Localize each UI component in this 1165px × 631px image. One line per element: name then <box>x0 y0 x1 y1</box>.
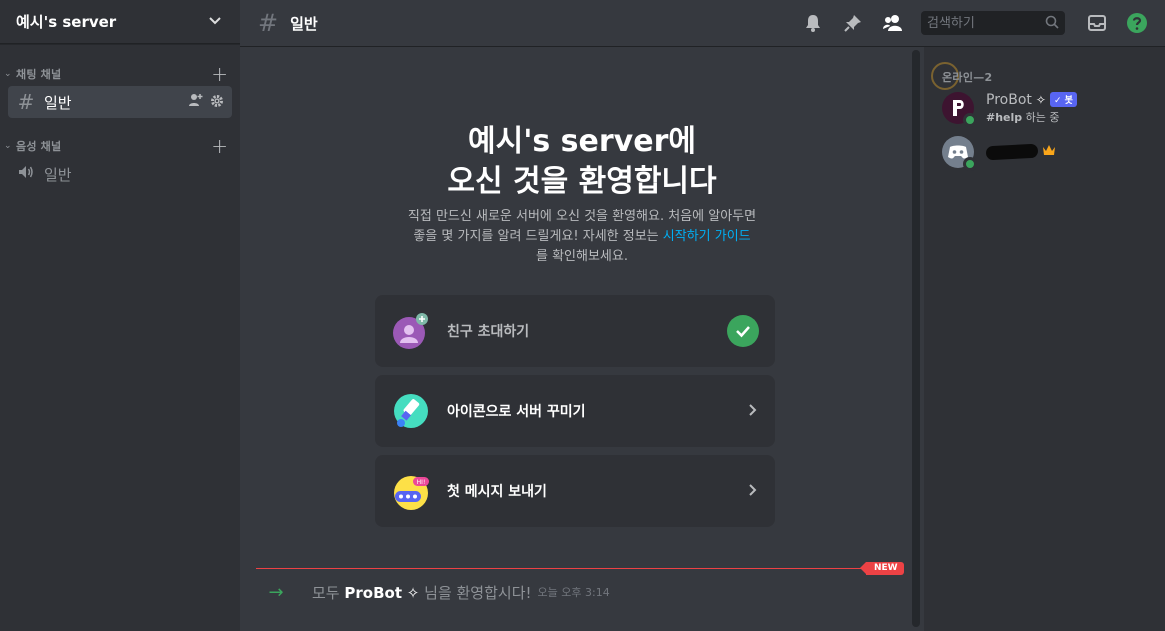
online-status-icon <box>963 113 977 127</box>
scrollbar-track[interactable] <box>912 50 920 627</box>
member-item-probot[interactable]: ProBot ✧ ✓ 봇 #help 하는 중 <box>942 87 1152 129</box>
online-status-icon <box>963 157 977 171</box>
add-channel-icon[interactable]: + <box>211 136 228 156</box>
channel-name: 일반 <box>44 93 72 112</box>
svg-text:HI!: HI! <box>417 479 426 486</box>
member-activity-bold: #help <box>986 110 1023 124</box>
category-chevron-icon: ⌄ <box>4 141 12 151</box>
chat-area: 예시's server에 오신 것을 환영합니다 직접 만드신 새로운 서버에 … <box>240 47 924 631</box>
sparkle-icon: ✧ <box>406 583 420 602</box>
help-icon[interactable] <box>1125 11 1149 35</box>
join-message: → 모두 ProBot ✧ 님을 환영합시다! 오늘 오후 3:14 <box>240 579 910 605</box>
welcome-title-line1: 예시's server에 <box>468 124 696 159</box>
category-text-channels[interactable]: ⌄ 채팅 채널 + <box>0 64 240 84</box>
welcome-title-line2: 오신 것을 환영합니다 <box>447 164 717 199</box>
card-label: 친구 초대하기 <box>447 324 530 340</box>
avatar <box>942 92 977 127</box>
channel-title: 일반 <box>290 14 318 33</box>
chevron-right-icon <box>745 401 759 422</box>
hash-icon: # <box>258 9 279 37</box>
search-input[interactable] <box>927 15 1045 31</box>
welcome-desc-line2: 좋을 몇 가지를 알려 드릴게요! 자세한 정보는 <box>413 229 659 244</box>
server-header[interactable]: 예시's server <box>0 0 240 44</box>
search-icon <box>1045 14 1059 33</box>
member-name: ProBot <box>986 91 1032 108</box>
card-label: 첫 메시지 보내기 <box>447 484 547 500</box>
invite-friends-icon <box>391 311 431 351</box>
search-box[interactable] <box>921 11 1065 35</box>
timestamp: 오늘 오후 3:14 <box>537 586 610 599</box>
pin-icon[interactable] <box>841 11 865 35</box>
sparkle-icon: ✧ <box>1035 92 1046 107</box>
new-badge: NEW <box>860 562 904 575</box>
join-prefix: 모두 <box>312 583 340 602</box>
channel-item-general[interactable]: # 일반 <box>8 86 232 118</box>
add-channel-icon[interactable]: + <box>211 64 228 84</box>
welcome-title: 예시's server에 오신 것을 환영합니다 <box>240 122 924 202</box>
welcome-desc-line3: 를 확인해보세요. <box>536 249 628 264</box>
card-invite-friends[interactable]: 친구 초대하기 <box>375 295 775 367</box>
chevron-right-icon <box>745 481 759 502</box>
inbox-icon[interactable] <box>1085 11 1109 35</box>
bot-tag: ✓ 봇 <box>1049 92 1077 107</box>
welcome-desc-line1: 직접 만드신 새로운 서버에 오신 것을 환영해요. 처음에 알아두면 <box>407 209 757 224</box>
member-activity: 하는 중 <box>1025 110 1060 124</box>
crown-icon <box>1042 144 1056 160</box>
member-item-owner[interactable] <box>942 131 1152 173</box>
channel-item-voice-general[interactable]: 일반 <box>8 158 232 190</box>
category-label: 채팅 채널 <box>16 68 62 81</box>
join-arrow-icon: → <box>268 581 284 603</box>
welcome-description: 직접 만드신 새로운 서버에 오신 것을 환영해요. 처음에 알아두면 좋을 몇… <box>370 207 794 267</box>
getting-started-link[interactable]: 시작하기 가이드 <box>663 229 751 244</box>
card-first-message[interactable]: HI! 첫 메시지 보내기 <box>375 455 775 527</box>
new-messages-divider <box>256 568 896 569</box>
server-name: 예시's server <box>16 13 117 31</box>
gear-icon[interactable] <box>210 93 224 112</box>
speaker-icon <box>16 162 36 186</box>
category-voice-channels[interactable]: ⌄ 음성 채널 + <box>0 136 240 156</box>
card-label: 아이콘으로 서버 꾸미기 <box>447 404 586 420</box>
paintbrush-icon <box>391 391 431 431</box>
category-label: 음성 채널 <box>16 140 62 153</box>
scrollbar-thumb[interactable] <box>912 50 920 627</box>
channel-name: 일반 <box>44 165 72 184</box>
member-list: 온라인—2 ProBot ✧ ✓ 봇 #help 하는 중 <box>924 47 1165 631</box>
avatar <box>942 136 977 171</box>
member-list-icon[interactable] <box>881 11 905 35</box>
category-chevron-icon: ⌄ <box>4 69 12 79</box>
channel-sidebar: 예시's server ⌄ 채팅 채널 + # 일반 ⌄ 음성 채널 + 일반 <box>0 0 240 631</box>
bell-icon[interactable] <box>801 11 825 35</box>
redacted-username <box>985 143 1039 161</box>
join-username[interactable]: ProBot <box>344 584 402 602</box>
channel-header: # 일반 <box>240 0 1165 47</box>
chevron-down-icon[interactable] <box>206 11 224 33</box>
hash-icon: # <box>17 90 35 114</box>
join-suffix: 님을 환영합시다! <box>424 583 532 602</box>
card-customize-server[interactable]: 아이콘으로 서버 꾸미기 <box>375 375 775 447</box>
chat-bubble-icon: HI! <box>391 471 431 511</box>
online-header: 온라인—2 <box>942 71 993 84</box>
add-member-icon[interactable] <box>188 92 204 112</box>
checkmark-icon <box>727 315 759 347</box>
